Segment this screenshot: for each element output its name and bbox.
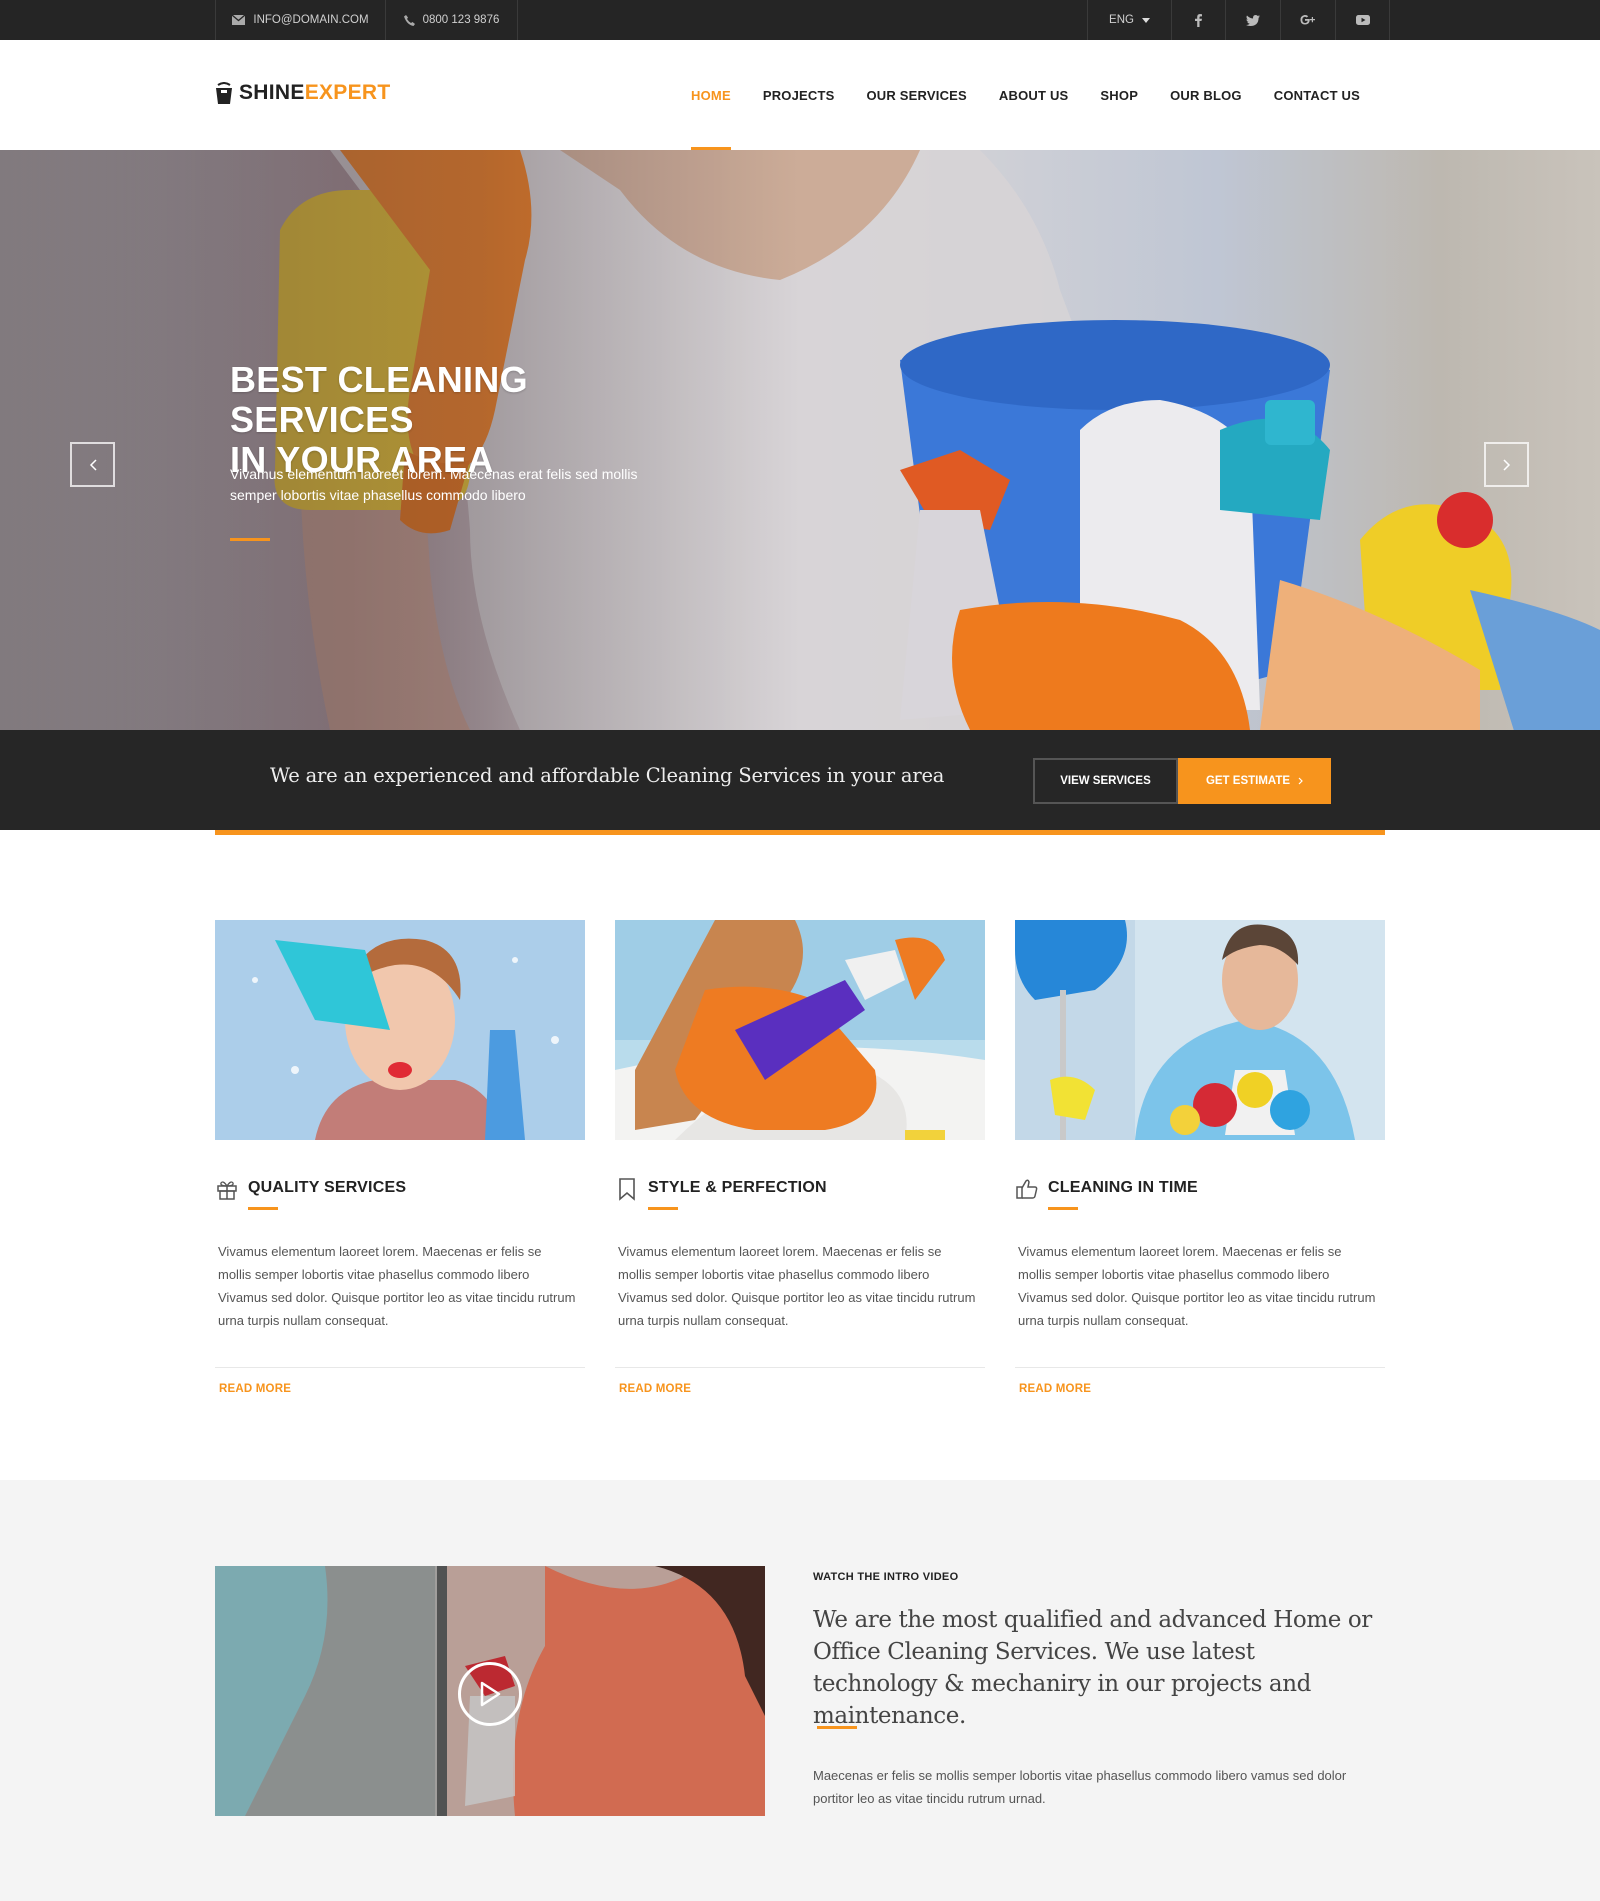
- service-title-time: CLEANING IN TIME: [1048, 1179, 1198, 1196]
- bucket-icon: [216, 82, 232, 104]
- youtube-link[interactable]: [1335, 0, 1390, 40]
- service-divider: [615, 1367, 985, 1368]
- topbar-email-text: INFO@DOMAIN.COM: [253, 14, 369, 26]
- google-plus-link[interactable]: [1280, 0, 1335, 40]
- hero-slider: BEST CLEANING SERVICES IN YOUR AREA Viva…: [0, 150, 1600, 730]
- chevron-right-icon: [1298, 777, 1303, 785]
- service-head-style: STYLE & PERFECTION: [615, 1177, 827, 1201]
- logo-text: SHINEEXPERT: [239, 81, 391, 105]
- slider-prev-button[interactable]: [70, 442, 115, 487]
- hero-title: BEST CLEANING SERVICES IN YOUR AREA: [230, 360, 710, 480]
- intro-video-text: Maecenas er felis se mollis semper lobor…: [813, 1768, 1347, 1806]
- nav-our-services[interactable]: OUR SERVICES: [851, 40, 983, 150]
- intro-video-section: WATCH THE INTRO VIDEO We are the most qu…: [0, 1480, 1600, 1901]
- play-video-button[interactable]: [458, 1662, 522, 1726]
- service-accent-line: [648, 1207, 678, 1210]
- service-head-quality: QUALITY SERVICES: [215, 1177, 406, 1201]
- intro-video-heading: We are the most qualified and advanced H…: [813, 1607, 1372, 1729]
- read-more-link-style[interactable]: READ MORE: [619, 1383, 691, 1395]
- service-image-quality: [215, 920, 585, 1140]
- service-text-time: Vivamus elementum laoreet lorem. Maecena…: [1018, 1244, 1376, 1328]
- service-accent-line: [1048, 1207, 1078, 1210]
- service-text-style: Vivamus elementum laoreet lorem. Maecena…: [618, 1244, 976, 1328]
- service-divider: [1015, 1367, 1385, 1368]
- play-icon: [480, 1681, 501, 1707]
- hero-text-line-2: semper lobortis vitae phasellus commodo …: [230, 487, 526, 503]
- chevron-left-icon: [89, 458, 97, 471]
- service-title-quality: QUALITY SERVICES: [248, 1179, 407, 1196]
- get-estimate-button[interactable]: GET ESTIMATE: [1178, 758, 1331, 804]
- bookmark-icon: [619, 1178, 635, 1201]
- read-more-link-time[interactable]: READ MORE: [1019, 1383, 1091, 1395]
- topbar-email[interactable]: INFO@DOMAIN.COM: [215, 0, 385, 40]
- cta-underline: [215, 830, 1385, 835]
- topbar-phone-text: 0800 123 9876: [422, 14, 500, 26]
- service-title-style: STYLE & PERFECTION: [648, 1179, 827, 1196]
- youtube-icon: [1355, 15, 1370, 25]
- nav-our-blog[interactable]: OUR BLOG: [1154, 40, 1258, 150]
- site-logo[interactable]: SHINEEXPERT: [215, 81, 391, 105]
- intro-video-thumbnail[interactable]: [215, 1566, 765, 1816]
- get-estimate-label: GET ESTIMATE: [1205, 775, 1291, 787]
- facebook-icon: [1195, 13, 1202, 27]
- nav-contact-us[interactable]: CONTACT US: [1258, 40, 1376, 150]
- nav-home[interactable]: HOME: [675, 40, 747, 150]
- service-accent-line: [248, 1207, 278, 1210]
- site-header: SHINEEXPERT HOME PROJECTS OUR SERVICES A…: [0, 40, 1600, 150]
- caret-down-icon: [1141, 17, 1150, 23]
- chevron-right-icon: [1502, 458, 1510, 471]
- slider-next-button[interactable]: [1484, 442, 1529, 487]
- hero-text-line-1: Vivamus elementum laoreet lorem. Maecena…: [230, 466, 638, 482]
- logo-text-shine: SHINE: [239, 81, 305, 104]
- logo-text-expert: EXPERT: [304, 81, 391, 104]
- phone-icon: [403, 14, 415, 26]
- hero-accent-line: [230, 538, 270, 541]
- thumbs-up-icon: [1016, 1179, 1038, 1199]
- nav-shop[interactable]: SHOP: [1084, 40, 1154, 150]
- intro-accent-line: [817, 1726, 857, 1729]
- nav-about-us[interactable]: ABOUT US: [983, 40, 1085, 150]
- intro-video-label: WATCH THE INTRO VIDEO: [813, 1571, 959, 1583]
- cta-bar: We are an experienced and affordable Cle…: [0, 730, 1600, 830]
- service-image-style: [615, 920, 985, 1140]
- twitter-icon: [1246, 14, 1260, 26]
- main-nav: HOME PROJECTS OUR SERVICES ABOUT US SHOP…: [675, 40, 1376, 150]
- facebook-link[interactable]: [1171, 0, 1225, 40]
- google-plus-icon: [1300, 14, 1315, 24]
- twitter-link[interactable]: [1225, 0, 1280, 40]
- cta-text: We are an experienced and affordable Cle…: [270, 764, 945, 787]
- service-card-quality: QUALITY SERVICES Vivamus elementum laore…: [215, 920, 585, 1395]
- service-image-time: [1015, 920, 1385, 1140]
- read-more-link-quality[interactable]: READ MORE: [219, 1383, 291, 1395]
- service-card-time: CLEANING IN TIME Vivamus elementum laore…: [1015, 920, 1385, 1395]
- envelope-icon: [232, 15, 246, 25]
- service-divider: [215, 1367, 585, 1368]
- hero-title-line-1: BEST CLEANING SERVICES: [230, 359, 528, 440]
- view-services-button[interactable]: VIEW SERVICES: [1033, 758, 1178, 804]
- service-card-style: STYLE & PERFECTION Vivamus elementum lao…: [615, 920, 985, 1395]
- hero-text: Vivamus elementum laoreet lorem. Maecena…: [230, 464, 660, 506]
- language-selector[interactable]: ENG: [1087, 0, 1171, 40]
- gift-icon: [217, 1181, 237, 1200]
- language-label: ENG: [1109, 14, 1134, 26]
- nav-projects[interactable]: PROJECTS: [747, 40, 851, 150]
- top-bar: INFO@DOMAIN.COM 0800 123 9876 ENG: [0, 0, 1600, 40]
- service-head-time: CLEANING IN TIME: [1015, 1177, 1198, 1201]
- topbar-phone[interactable]: 0800 123 9876: [385, 0, 518, 40]
- service-text-quality: Vivamus elementum laoreet lorem. Maecena…: [218, 1244, 576, 1328]
